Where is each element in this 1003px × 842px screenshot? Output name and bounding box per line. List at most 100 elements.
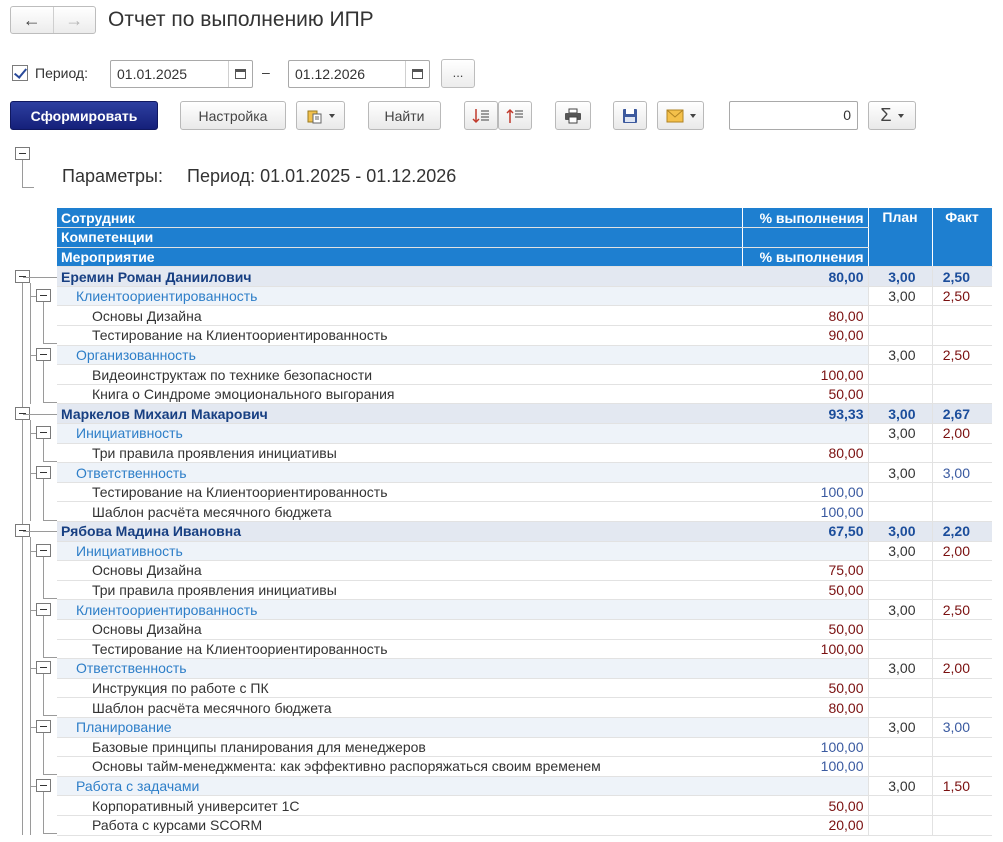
event-row[interactable]: Тестирование на Клиентоориентированность…	[57, 325, 992, 346]
event-plan	[867, 560, 932, 581]
generate-button[interactable]: Сформировать	[10, 101, 158, 130]
tree-line	[43, 519, 57, 521]
collapse-parameters-toggle[interactable]	[15, 147, 30, 160]
competence-row[interactable]: Планирование 3,00 3,00	[57, 717, 992, 738]
event-plan	[867, 443, 932, 464]
employee-percent: 93,33	[742, 403, 868, 425]
employee-row[interactable]: Рябова Мадина Ивановна 67,50 3,00 2,20	[57, 521, 992, 542]
event-row[interactable]: Книга о Синдроме эмоционального выгорани…	[57, 384, 992, 405]
event-fact	[931, 639, 992, 660]
event-percent: 50,00	[742, 580, 868, 601]
competence-fact: 2,50	[931, 599, 992, 620]
competence-percent	[742, 717, 868, 738]
collapse-competence-toggle[interactable]	[36, 347, 51, 361]
tree-line	[30, 537, 31, 835]
sort-descending-button[interactable]	[498, 101, 532, 130]
competence-fact: 3,00	[931, 717, 992, 738]
competence-row[interactable]: Клиентоориентированность 3,00 2,50	[57, 599, 992, 620]
event-plan	[867, 501, 932, 522]
event-row[interactable]: Инструкция по работе с ПК 50,00	[57, 678, 992, 699]
header-plan: План	[868, 208, 933, 268]
event-fact	[931, 678, 992, 699]
envelope-icon	[666, 109, 683, 122]
competence-row[interactable]: Ответственность 3,00 3,00	[57, 462, 992, 483]
event-row[interactable]: Основы Дизайна 50,00	[57, 619, 992, 640]
competence-row[interactable]: Инициативность 3,00 2,00	[57, 541, 992, 562]
print-button[interactable]	[555, 101, 591, 130]
page-title: Отчет по выполнению ИПР	[108, 8, 374, 31]
event-name: Шаблон расчёта месячного бюджета	[57, 697, 742, 718]
event-name: Основы Дизайна	[57, 560, 742, 581]
competence-row[interactable]: Клиентоориентированность 3,00 2,50	[57, 286, 992, 307]
collapse-competence-toggle[interactable]	[36, 720, 51, 734]
event-row[interactable]: Работа с курсами SCORM 20,00	[57, 815, 992, 836]
calendar-button[interactable]	[405, 61, 429, 87]
employee-row[interactable]: Еремин Роман Даниилович 80,00 3,00 2,50	[57, 266, 992, 287]
event-row[interactable]: Корпоративный университет 1С 50,00	[57, 795, 992, 816]
event-row[interactable]: Три правила проявления инициативы 80,00	[57, 443, 992, 464]
period-to-value: 01.12.2026	[295, 66, 366, 82]
competence-fact: 2,00	[931, 541, 992, 562]
settings-button[interactable]: Настройка	[180, 101, 286, 130]
tree-line	[43, 478, 44, 520]
report-table[interactable]: Сотрудник % выполнения План Факт Компете…	[57, 208, 993, 836]
event-row[interactable]: Три правила проявления инициативы 50,00	[57, 580, 992, 601]
event-row[interactable]: Шаблон расчёта месячного бюджета 100,00	[57, 501, 992, 522]
sort-ascending-button[interactable]	[464, 101, 498, 130]
competence-plan: 3,00	[867, 599, 932, 620]
period-to-field[interactable]: 01.12.2026	[288, 60, 430, 88]
header-row: Мероприятие % выполнения	[57, 247, 992, 268]
event-percent: 75,00	[742, 560, 868, 581]
arrow-right-icon: →	[65, 9, 84, 30]
competence-plan: 3,00	[867, 423, 932, 444]
collapse-competence-toggle[interactable]	[36, 661, 51, 675]
period-from-field[interactable]: 01.01.2025	[110, 60, 253, 88]
competence-row[interactable]: Работа с задачами 3,00 1,50	[57, 776, 992, 797]
save-button[interactable]	[613, 101, 647, 130]
header-event: Мероприятие	[57, 247, 743, 268]
event-row[interactable]: Тестирование на Клиентоориентированность…	[57, 639, 992, 660]
event-name: Книга о Синдроме эмоционального выгорани…	[57, 384, 742, 405]
event-plan	[867, 756, 932, 777]
competence-row[interactable]: Организованность 3,00 2,50	[57, 345, 992, 366]
event-row[interactable]: Тестирование на Клиентоориентированность…	[57, 482, 992, 503]
tree-line	[43, 597, 57, 599]
event-row[interactable]: Базовые принципы планирования для менедж…	[57, 737, 992, 758]
event-plan	[867, 325, 932, 346]
event-fact	[931, 560, 992, 581]
header-row: Компетенции	[57, 227, 992, 248]
event-fact	[931, 737, 992, 758]
tree-line	[43, 615, 44, 657]
collapse-competence-toggle[interactable]	[36, 543, 51, 557]
event-row[interactable]: Основы Дизайна 80,00	[57, 305, 992, 327]
period-checkbox[interactable]	[12, 65, 28, 81]
event-row[interactable]: Основы тайм-менеджмента: как эффективно …	[57, 756, 992, 777]
variants-button[interactable]	[296, 101, 345, 130]
selected-cells-sum-field[interactable]: 0	[729, 101, 858, 130]
find-button[interactable]: Найти	[368, 101, 441, 130]
forward-button[interactable]: →	[52, 7, 96, 33]
back-button[interactable]: ←	[11, 7, 53, 33]
sort-ascending-icon	[472, 108, 489, 123]
employee-row[interactable]: Маркелов Михаил Макарович 93,33 3,00 2,67	[57, 403, 992, 425]
competence-plan: 3,00	[867, 345, 932, 366]
event-name: Три правила проявления инициативы	[57, 580, 742, 601]
collapse-competence-toggle[interactable]	[36, 289, 51, 303]
event-row[interactable]: Основы Дизайна 75,00	[57, 560, 992, 581]
calendar-button[interactable]	[228, 61, 252, 87]
send-email-button[interactable]	[657, 101, 704, 130]
tree-line	[22, 282, 23, 835]
event-row[interactable]: Шаблон расчёта месячного бюджета 80,00	[57, 697, 992, 718]
collapse-competence-toggle[interactable]	[36, 602, 51, 616]
header-percent: % выполнения	[742, 208, 869, 229]
event-fact	[931, 756, 992, 777]
competence-row[interactable]: Ответственность 3,00 2,00	[57, 658, 992, 679]
collapse-competence-toggle[interactable]	[36, 465, 51, 479]
event-row[interactable]: Видеоинструктаж по технике безопасности 1…	[57, 364, 992, 385]
collapse-competence-toggle[interactable]	[36, 426, 51, 440]
collapse-competence-toggle[interactable]	[36, 779, 51, 793]
event-percent: 100,00	[742, 737, 868, 758]
choose-period-button[interactable]: ...	[441, 59, 475, 88]
sum-button[interactable]: Σ	[868, 101, 916, 130]
competence-row[interactable]: Инициативность 3,00 2,00	[57, 423, 992, 444]
